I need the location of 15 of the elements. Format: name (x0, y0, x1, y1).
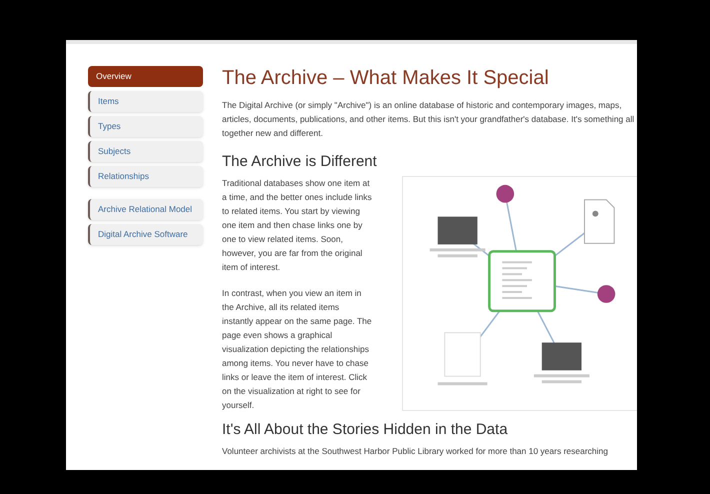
sidebar-item[interactable]: Types (88, 116, 203, 137)
sidebar-item[interactable]: Items (88, 91, 203, 112)
page-title: The Archive – What Makes It Special (222, 66, 550, 90)
body-paragraph: In contrast, when you view an item in the Archive, all its related items instantly appear on the same page. The page even shows a graphical visualization depicting the relationships among items. You never have to chase links or leave the item of interest. Click on the visualization at right to see for yourself. (222, 287, 372, 412)
sidebar-item[interactable]: Subjects (88, 141, 203, 162)
sidebar-item[interactable]: Relationships (88, 166, 203, 187)
intro-paragraph: The Digital Archive (or simply "Archive") is an online database of historic and contemporary images, maps, articles, documents, publications, and other items. But this isn't your grandfather's database. It's something all together new and different. (222, 99, 636, 140)
body-paragraph: Traditional databases show one item at a time, and the better ones include links to related items. You start by viewing one item and then chase links one by one to view related items. Soon, however, you are far from the original item of interest. (222, 177, 372, 274)
sidebar-item[interactable]: Overview (88, 66, 203, 87)
sidebar-item[interactable]: Digital Archive Software (88, 224, 203, 245)
relationship-diagram-drawing[interactable] (402, 176, 637, 411)
section-heading: It's All About the Stories Hidden in the Data (222, 420, 509, 440)
section-heading: The Archive is Different (222, 152, 378, 172)
sidebar-item[interactable]: Archive Relational Model (88, 199, 203, 220)
body-paragraph: Volunteer archivists at the Southwest Harbor Public Library worked for more than 10 years researching (222, 445, 609, 458)
